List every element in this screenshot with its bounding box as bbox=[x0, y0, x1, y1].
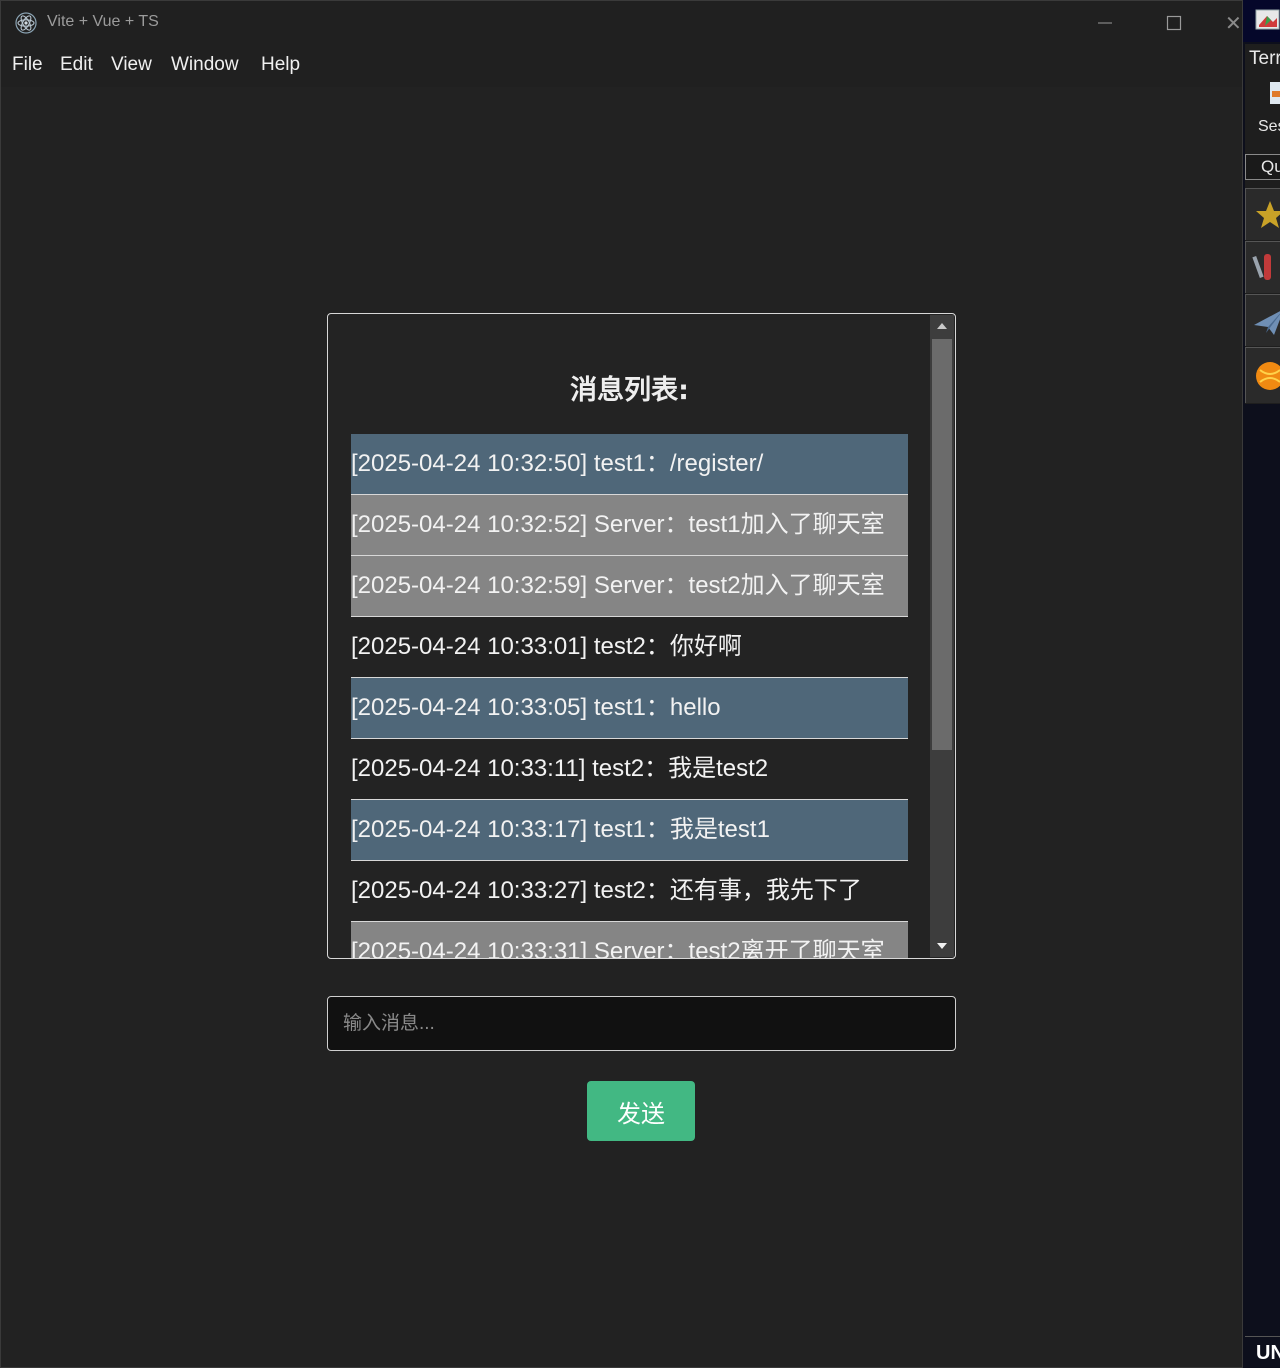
message-list: [2025-04-24 10:32:50] test1：/register/[2… bbox=[351, 434, 908, 958]
menu-help[interactable]: Help bbox=[261, 54, 300, 76]
terminal-tab-label[interactable]: Terr bbox=[1249, 48, 1280, 70]
message-item: [2025-04-24 10:33:17] test1：我是test1 bbox=[351, 800, 908, 861]
session-label[interactable]: Ses bbox=[1258, 118, 1280, 136]
sidebar-slot-macros[interactable] bbox=[1245, 347, 1280, 403]
message-item: [2025-04-24 10:33:31] Server：test2离开了聊天室 bbox=[351, 922, 908, 958]
message-item: [2025-04-24 10:32:59] Server：test2加入了聊天室 bbox=[351, 556, 908, 617]
send-button[interactable]: 发送 bbox=[587, 1081, 695, 1141]
status-bar-label: UN bbox=[1256, 1342, 1280, 1364]
menu-bar: File Edit View Window Help bbox=[1, 45, 1242, 87]
quick-connect-label[interactable]: Qu bbox=[1261, 157, 1280, 177]
minimize-icon bbox=[1098, 22, 1112, 24]
electron-app-icon bbox=[15, 12, 37, 34]
app-window: Vite + Vue + TS ✕ File Edit View Window … bbox=[0, 0, 1243, 1368]
message-item: [2025-04-24 10:33:01] test2：你好啊 bbox=[351, 617, 908, 678]
minimize-button[interactable] bbox=[1090, 9, 1120, 37]
window-title: Vite + Vue + TS bbox=[47, 13, 159, 30]
orange-globe-icon bbox=[1256, 362, 1280, 390]
paper-plane-icon bbox=[1254, 311, 1280, 335]
maximize-button[interactable] bbox=[1159, 9, 1189, 37]
session-icon[interactable] bbox=[1270, 82, 1280, 104]
app-logo-icon bbox=[1255, 9, 1280, 30]
arrow-up-icon bbox=[937, 323, 947, 329]
sidebar-slot-tools[interactable] bbox=[1245, 241, 1280, 293]
message-item: [2025-04-24 10:33:05] test1：hello bbox=[351, 678, 908, 739]
message-scrollbar[interactable] bbox=[930, 315, 954, 957]
close-button[interactable]: ✕ bbox=[1225, 9, 1244, 37]
message-item: [2025-04-24 10:33:27] test2：还有事，我先下了 bbox=[351, 861, 908, 922]
background-app-edge: Terr Ses Qu UN bbox=[1243, 0, 1280, 1368]
menu-window[interactable]: Window bbox=[171, 54, 239, 76]
background-app-titlebar bbox=[1243, 0, 1280, 42]
menu-edit[interactable]: Edit bbox=[60, 54, 93, 76]
title-bar[interactable]: Vite + Vue + TS ✕ bbox=[1, 1, 1242, 45]
sidebar-slot-favorites[interactable] bbox=[1245, 188, 1280, 240]
message-input[interactable] bbox=[327, 996, 956, 1051]
tools-icon bbox=[1252, 254, 1271, 280]
scroll-up-button[interactable] bbox=[930, 315, 954, 337]
message-item: [2025-04-24 10:32:52] Server：test1加入了聊天室 bbox=[351, 495, 908, 556]
scrollbar-thumb[interactable] bbox=[932, 339, 952, 750]
star-icon bbox=[1256, 201, 1280, 228]
message-panel[interactable]: 消息列表: [2025-04-24 10:32:50] test1：/regis… bbox=[327, 313, 956, 959]
message-item: [2025-04-24 10:33:11] test2：我是test2 bbox=[351, 739, 908, 800]
status-divider bbox=[1245, 1336, 1280, 1337]
message-list-title: 消息列表: bbox=[570, 375, 689, 406]
sidebar-slot-sftp[interactable] bbox=[1245, 294, 1280, 346]
close-icon: ✕ bbox=[1225, 11, 1242, 35]
message-item: [2025-04-24 10:32:50] test1：/register/ bbox=[351, 434, 908, 495]
arrow-down-icon bbox=[937, 943, 947, 949]
maximize-icon bbox=[1166, 15, 1182, 31]
scroll-down-button[interactable] bbox=[930, 935, 954, 957]
menu-view[interactable]: View bbox=[111, 54, 152, 76]
menu-file[interactable]: File bbox=[12, 54, 43, 76]
